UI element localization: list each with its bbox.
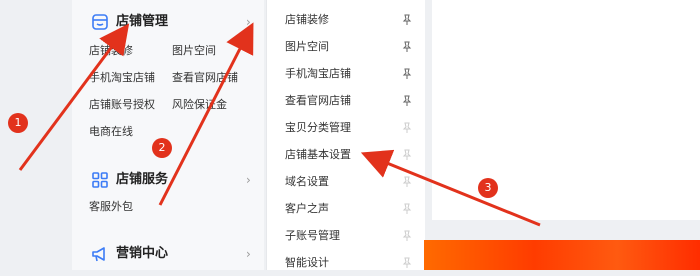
link-customer-service-outsourcing[interactable]: 客服外包 — [89, 200, 133, 214]
submenu-item[interactable]: 图片空间 — [285, 35, 413, 59]
submenu-item[interactable]: 域名设置 — [285, 170, 413, 194]
submenu-item-label: 子账号管理 — [285, 229, 340, 242]
section-marketing-center[interactable]: 营销中心 › — [72, 232, 264, 276]
section-title: 店铺管理 — [116, 14, 169, 29]
link-store-decoration[interactable]: 店铺装修 — [89, 44, 133, 58]
submenu-item-label: 宝贝分类管理 — [285, 121, 351, 134]
annotation-badge-3: 3 — [478, 178, 498, 198]
grid-apps-icon — [92, 172, 108, 188]
submenu-item-label: 店铺装修 — [285, 13, 329, 26]
annotation-badge-2: 2 — [152, 138, 172, 158]
submenu-item[interactable]: 客户之声 — [285, 197, 413, 221]
pin-icon[interactable] — [401, 95, 413, 107]
submenu-item-label: 域名设置 — [285, 175, 329, 188]
submenu-item-label: 客户之声 — [285, 202, 329, 215]
chevron-right-icon: › — [246, 247, 251, 261]
section-store-management[interactable]: 店铺管理 › — [72, 0, 264, 44]
link-ecommerce-online[interactable]: 电商在线 — [89, 125, 133, 139]
content-area — [432, 0, 700, 220]
pin-icon[interactable] — [401, 149, 413, 161]
section-title: 营销中心 — [116, 246, 169, 261]
chevron-right-icon: › — [246, 15, 251, 29]
link-view-official-store[interactable]: 查看官网店铺 — [172, 71, 238, 85]
chevron-right-icon: › — [246, 173, 251, 187]
submenu-item[interactable]: 店铺装修 — [285, 8, 413, 32]
submenu-item[interactable]: 智能设计 — [285, 251, 413, 275]
annotation-badge-1: 1 — [8, 113, 28, 133]
pin-icon[interactable] — [401, 176, 413, 188]
pin-icon[interactable] — [401, 68, 413, 80]
submenu-item-label: 店铺基本设置 — [285, 148, 351, 161]
submenu-item-label: 手机淘宝店铺 — [285, 67, 351, 80]
submenu-item[interactable]: 手机淘宝店铺 — [285, 62, 413, 86]
section-store-services[interactable]: 店铺服务 › — [72, 158, 264, 202]
pin-icon[interactable] — [401, 122, 413, 134]
megaphone-icon — [92, 247, 105, 262]
store-icon — [92, 14, 108, 30]
sidebar-panel: 店铺管理 › 店铺装修 图片空间 手机淘宝店铺 查看官网店铺 店铺账号授权 风险… — [72, 0, 264, 270]
submenu-panel: 店铺装修 图片空间 手机淘宝店铺 查看官网店铺 宝贝分类管理 店铺基本设置 域名… — [266, 0, 425, 270]
section-title: 店铺服务 — [116, 172, 169, 187]
submenu-item[interactable]: 查看官网店铺 — [285, 89, 413, 113]
link-risk-deposit[interactable]: 风险保证金 — [172, 98, 227, 112]
pin-icon[interactable] — [401, 41, 413, 53]
link-image-space[interactable]: 图片空间 — [172, 44, 216, 58]
pin-icon[interactable] — [401, 230, 413, 242]
left-gutter — [0, 0, 72, 270]
submenu-item-label: 图片空间 — [285, 40, 329, 53]
submenu-item[interactable]: 宝贝分类管理 — [285, 116, 413, 140]
pin-icon[interactable] — [401, 257, 413, 269]
submenu-item[interactable]: 子账号管理 — [285, 224, 413, 248]
pin-icon[interactable] — [401, 203, 413, 215]
submenu-item[interactable]: 店铺基本设置 — [285, 143, 413, 167]
promo-banner[interactable] — [424, 240, 700, 270]
pin-icon[interactable] — [401, 14, 413, 26]
submenu-item-label: 智能设计 — [285, 256, 329, 269]
link-mobile-taobao-store[interactable]: 手机淘宝店铺 — [89, 71, 155, 85]
submenu-item-label: 查看官网店铺 — [285, 94, 351, 107]
link-account-authorization[interactable]: 店铺账号授权 — [89, 98, 155, 112]
